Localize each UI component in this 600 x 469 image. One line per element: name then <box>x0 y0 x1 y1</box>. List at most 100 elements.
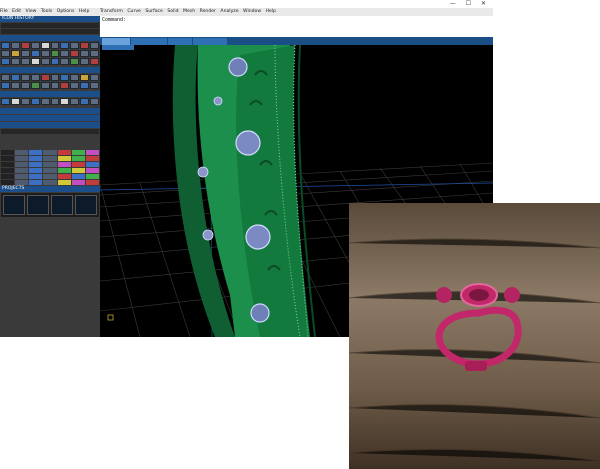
tool-button[interactable] <box>30 82 40 89</box>
tool-button[interactable] <box>90 58 100 65</box>
tool-button[interactable] <box>80 58 90 65</box>
viewport-subtab[interactable] <box>102 45 134 50</box>
tool-button[interactable] <box>60 50 70 57</box>
menu-transform[interactable]: Transform <box>100 9 123 14</box>
menu-help[interactable]: Help <box>79 9 89 14</box>
tool-button[interactable] <box>60 42 70 49</box>
tool-button[interactable] <box>40 98 50 105</box>
tool-button[interactable] <box>80 74 90 81</box>
tool-button[interactable] <box>20 50 30 57</box>
command-history-area[interactable]: Command: <box>100 16 493 37</box>
project-thumbnail[interactable] <box>75 195 97 215</box>
tool-button[interactable] <box>20 98 30 105</box>
history-row[interactable] <box>1 29 99 34</box>
tool-button[interactable] <box>1 58 10 65</box>
tool-button[interactable] <box>80 50 90 57</box>
section-header[interactable] <box>0 67 100 73</box>
tool-button[interactable] <box>60 98 70 105</box>
menu-curve[interactable]: Curve <box>127 9 141 14</box>
tool-button[interactable] <box>10 98 20 105</box>
tool-button[interactable] <box>80 82 90 89</box>
project-thumbnail[interactable] <box>51 195 73 215</box>
tool-button[interactable] <box>1 82 10 89</box>
tool-button[interactable] <box>70 50 80 57</box>
project-thumbnail[interactable] <box>27 195 49 215</box>
tab-viewport[interactable] <box>102 38 130 45</box>
tool-button[interactable] <box>40 42 50 49</box>
tool-button[interactable] <box>90 74 100 81</box>
menu-surface[interactable]: Surface <box>145 9 163 14</box>
section-header-projects[interactable]: PROJECTS <box>0 186 100 192</box>
tool-button[interactable] <box>70 58 80 65</box>
tool-button[interactable] <box>30 74 40 81</box>
tool-button[interactable] <box>50 74 60 81</box>
tool-button[interactable] <box>10 42 20 49</box>
tool-button[interactable] <box>20 82 30 89</box>
tool-button[interactable] <box>10 82 20 89</box>
tool-button[interactable] <box>80 42 90 49</box>
menu-solid[interactable]: Solid <box>167 9 178 14</box>
tool-button[interactable] <box>20 58 30 65</box>
tool-button[interactable] <box>10 50 20 57</box>
tool-button[interactable] <box>10 58 20 65</box>
tab-viewport[interactable] <box>168 38 192 45</box>
tool-button[interactable] <box>30 58 40 65</box>
tool-button[interactable] <box>1 98 10 105</box>
tool-button[interactable] <box>50 82 60 89</box>
section-header-icon-history[interactable]: ICON HISTORY <box>0 16 100 22</box>
tool-button[interactable] <box>40 58 50 65</box>
tool-button[interactable] <box>50 50 60 57</box>
tool-button[interactable] <box>30 50 40 57</box>
tool-button[interactable] <box>60 82 70 89</box>
tool-button[interactable] <box>90 50 100 57</box>
section-header[interactable] <box>0 35 100 41</box>
menu-edit[interactable]: Edit <box>12 9 21 14</box>
history-row[interactable] <box>1 23 99 28</box>
menu-render[interactable]: Render <box>200 9 216 14</box>
tool-button[interactable] <box>40 50 50 57</box>
layer-row[interactable] <box>1 129 99 134</box>
tool-button[interactable] <box>1 50 10 57</box>
tool-button[interactable] <box>50 58 60 65</box>
menu-analyze[interactable]: Analyze <box>220 9 238 14</box>
section-header-display[interactable] <box>0 91 100 97</box>
tool-button[interactable] <box>60 74 70 81</box>
menu-tools[interactable]: Tools <box>41 9 52 14</box>
tool-button[interactable] <box>1 42 10 49</box>
project-scrollbar[interactable] <box>1 219 99 224</box>
tool-button[interactable] <box>20 74 30 81</box>
window-controls[interactable]: — ☐ ✕ <box>450 0 490 8</box>
tool-button[interactable] <box>70 82 80 89</box>
tool-button[interactable] <box>60 58 70 65</box>
tool-button[interactable] <box>30 98 40 105</box>
tool-button[interactable] <box>30 42 40 49</box>
menu-view[interactable]: View <box>26 9 37 14</box>
menu-options[interactable]: Options <box>57 9 75 14</box>
toolbar-row <box>1 74 100 81</box>
tool-button[interactable] <box>70 42 80 49</box>
tool-button[interactable] <box>10 74 20 81</box>
tool-button[interactable] <box>1 74 10 81</box>
tool-button[interactable] <box>50 98 60 105</box>
tool-button[interactable] <box>70 98 80 105</box>
tool-button[interactable] <box>40 74 50 81</box>
tab-viewport[interactable] <box>193 38 227 45</box>
menu-help-right[interactable]: Help <box>266 9 276 14</box>
menu-file[interactable]: File <box>0 9 8 14</box>
tool-button[interactable] <box>90 98 100 105</box>
command-prompt[interactable]: Command: <box>102 17 491 23</box>
tool-button[interactable] <box>50 42 60 49</box>
project-thumbnail[interactable] <box>3 195 25 215</box>
section-header[interactable] <box>0 115 100 121</box>
section-header[interactable] <box>0 122 100 128</box>
section-header[interactable] <box>0 108 100 114</box>
tool-button[interactable] <box>70 74 80 81</box>
tab-viewport[interactable] <box>131 38 167 45</box>
menu-mesh[interactable]: Mesh <box>183 9 195 14</box>
tool-button[interactable] <box>20 42 30 49</box>
tool-button[interactable] <box>90 42 100 49</box>
tool-button[interactable] <box>40 82 50 89</box>
tool-button[interactable] <box>90 82 100 89</box>
tool-button[interactable] <box>80 98 90 105</box>
menu-window[interactable]: Window <box>243 9 261 14</box>
